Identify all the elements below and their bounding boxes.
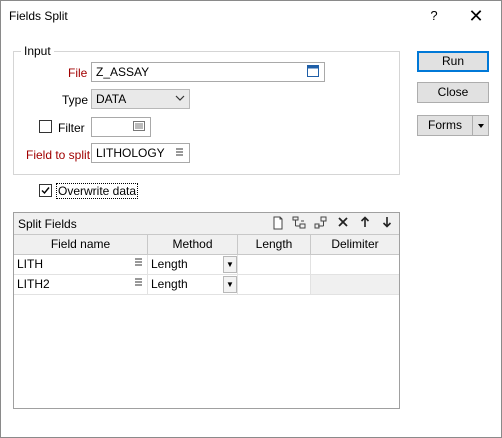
method-value: Length	[151, 257, 188, 271]
overwrite-label: Overwrite data	[55, 183, 139, 199]
table-row: LITH Length ▼	[14, 255, 399, 275]
file-browse-icon[interactable]	[307, 65, 319, 80]
move-up-icon[interactable]	[357, 216, 373, 232]
forms-label: Forms	[428, 118, 462, 132]
field-list-icon[interactable]	[134, 275, 143, 294]
dropdown-arrow-icon[interactable]: ▼	[223, 276, 237, 293]
run-button[interactable]: Run	[417, 51, 489, 72]
file-label: File	[68, 66, 88, 80]
grid-toolbar: Split Fields	[14, 213, 399, 234]
split-fields-grid: Split Fields Field name Method Length De…	[13, 212, 400, 409]
filter-checkbox[interactable]	[39, 120, 52, 133]
new-row-icon[interactable]	[270, 216, 286, 232]
forms-dropdown-button[interactable]	[472, 115, 489, 136]
table-row: LITH2 Length ▼	[14, 275, 399, 295]
move-down-icon[interactable]	[379, 216, 395, 232]
file-field[interactable]: Z_ASSAY	[91, 62, 325, 82]
forms-button[interactable]: Forms	[417, 115, 473, 136]
field-list-icon[interactable]	[175, 146, 184, 161]
overwrite-checkbox[interactable]	[39, 184, 52, 197]
filter-label: Filter	[58, 121, 85, 135]
grid-title: Split Fields	[18, 217, 77, 231]
dropdown-arrow-icon[interactable]: ▼	[223, 256, 237, 273]
column-header-length[interactable]: Length	[238, 235, 311, 254]
grid-header: Field name Method Length Delimiter	[14, 234, 399, 255]
method-cell[interactable]: Length ▼	[148, 275, 238, 294]
triangle-down-icon	[477, 124, 484, 128]
field-to-split-value: LITHOLOGY	[96, 146, 165, 160]
chevron-down-icon	[175, 90, 185, 108]
type-label: Type	[62, 93, 89, 107]
field-to-split-label: Field to split	[26, 148, 91, 162]
window-title: Fields Split	[9, 9, 68, 23]
insert-row-icon[interactable]	[291, 216, 307, 232]
field-name-value: LITH2	[17, 277, 50, 291]
type-select[interactable]: DATA	[91, 89, 190, 109]
filter-list-icon[interactable]	[133, 120, 145, 135]
checkmark-icon	[41, 187, 50, 195]
length-cell[interactable]	[238, 275, 311, 294]
add-row-icon[interactable]	[313, 216, 329, 232]
length-cell[interactable]	[238, 255, 311, 274]
delimiter-cell[interactable]	[311, 275, 399, 294]
field-name-cell[interactable]: LITH2	[14, 275, 148, 294]
delete-row-icon[interactable]	[335, 216, 351, 232]
field-name-cell[interactable]: LITH	[14, 255, 148, 274]
fields-split-dialog: Fields Split ? ✕ Input File Z_ASSAY Type…	[0, 0, 502, 438]
file-value: Z_ASSAY	[96, 65, 150, 79]
field-list-icon[interactable]	[134, 255, 143, 274]
input-group-legend: Input	[21, 44, 54, 58]
close-button[interactable]: Close	[417, 82, 489, 103]
type-value: DATA	[96, 92, 127, 106]
method-cell[interactable]: Length ▼	[148, 255, 238, 274]
method-value: Length	[151, 277, 188, 291]
close-window-button[interactable]: ✕	[459, 1, 493, 31]
title-bar: Fields Split ? ✕	[1, 1, 501, 31]
help-button[interactable]: ?	[421, 1, 447, 31]
filter-field[interactable]	[91, 117, 151, 137]
column-header-method[interactable]: Method	[148, 235, 238, 254]
field-name-value: LITH	[17, 257, 44, 271]
column-header-field-name[interactable]: Field name	[14, 235, 148, 254]
field-to-split-field[interactable]: LITHOLOGY	[91, 143, 190, 163]
column-header-delimiter[interactable]: Delimiter	[311, 235, 399, 254]
delimiter-cell[interactable]	[311, 255, 399, 274]
